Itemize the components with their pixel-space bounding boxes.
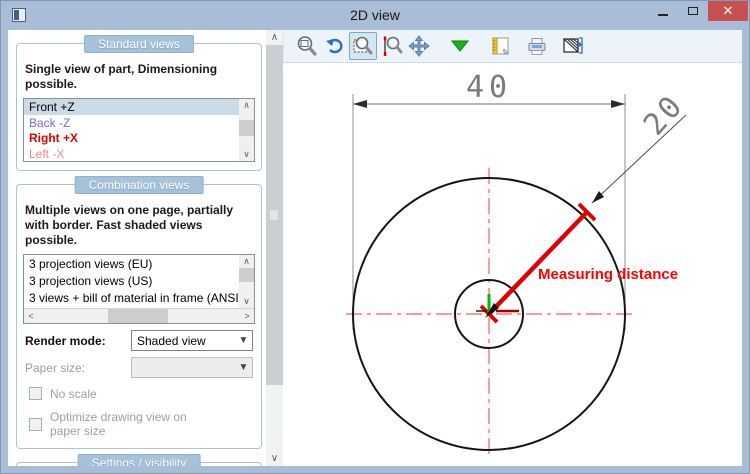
zoom-in-out-icon (379, 34, 403, 58)
dim-40-label: 40 (466, 70, 512, 105)
undo-icon (323, 34, 347, 58)
dim-20-label: 20 (637, 88, 691, 143)
cross-section-icon (561, 34, 585, 58)
zoom-window-button[interactable] (349, 32, 377, 60)
no-scale-label: No scale (50, 387, 97, 401)
scroll-down-icon[interactable]: ∨ (266, 451, 283, 466)
zoom-all-icon (295, 34, 319, 58)
2d-view-window: 2D view ✕ Standard views Single view of … (0, 0, 750, 474)
standard-views-scrollbar[interactable]: ∧ ∨ (239, 99, 254, 161)
list-item-front-z[interactable]: Front +Z (24, 99, 239, 115)
combination-views-header: Combination views (75, 176, 204, 194)
panel-scrollbar[interactable]: ∧ ∨ (266, 30, 283, 466)
apply-button[interactable] (446, 32, 474, 60)
measure-ruler-icon (489, 34, 513, 58)
options-panel: Standard views Single view of part, Dime… (8, 30, 266, 466)
paper-size-label: Paper size: (25, 361, 131, 375)
optimize-checkbox-row[interactable]: Optimize drawing view on paper size (29, 410, 219, 438)
chevron-down-icon[interactable]: ▼ (235, 335, 252, 346)
standard-views-list: Front +Z Back -Z Right +X Left -X ∧ ∨ (23, 98, 255, 162)
list-item-left-x[interactable]: Left -X (24, 146, 239, 162)
scroll-right-icon[interactable]: > (240, 309, 254, 323)
drawing-canvas[interactable]: 40 20 Measuri (283, 30, 742, 466)
scroll-up-icon[interactable]: ∧ (239, 255, 254, 268)
pan-icon (407, 34, 431, 58)
no-scale-checkbox-row[interactable]: No scale (29, 387, 253, 401)
list-item-3-views-ansi[interactable]: 3 views + bill of material in frame (ANS… (24, 289, 239, 306)
window-title: 2D view (1, 7, 749, 23)
scroll-up-icon[interactable]: ∧ (239, 99, 254, 112)
combination-views-description: Multiple views on one page, partially wi… (25, 203, 253, 248)
measure-distance-label: Measuring distance (538, 266, 678, 283)
scroll-left-icon[interactable]: < (24, 309, 38, 323)
scroll-down-icon[interactable]: ∨ (239, 295, 254, 308)
zoom-window-icon (351, 34, 375, 58)
zoom-in-out-button[interactable] (377, 32, 405, 60)
settings-visibility-header: Settings / visibility (78, 454, 201, 466)
render-mode-select[interactable]: Shaded view ▼ (131, 330, 253, 351)
list-item-3-views-eu[interactable]: 3 projection views (EU) (24, 255, 239, 272)
no-scale-checkbox[interactable] (29, 387, 42, 400)
undo-button[interactable] (321, 32, 349, 60)
list-item-back-z[interactable]: Back -Z (24, 115, 239, 131)
maximize-button[interactable] (678, 1, 708, 21)
2d-drawing: 40 20 Measuri (283, 30, 742, 466)
optimize-label: Optimize drawing view on paper size (50, 410, 219, 438)
titlebar: 2D view ✕ (1, 1, 749, 30)
section-button[interactable] (559, 32, 587, 60)
standard-views-header: Standard views (84, 35, 194, 53)
minimize-button[interactable] (648, 1, 678, 21)
measure-button[interactable] (487, 32, 515, 60)
print-icon (525, 34, 549, 58)
chevron-down-icon[interactable]: ▼ (235, 362, 252, 373)
scroll-up-icon[interactable]: ∧ (266, 30, 283, 45)
optimize-checkbox[interactable] (29, 418, 42, 431)
zoom-all-button[interactable] (293, 32, 321, 60)
combination-views-vscrollbar[interactable]: ∧ ∨ (239, 255, 254, 308)
render-mode-value: Shaded view (132, 334, 235, 348)
drawing-toolbar (283, 30, 742, 63)
standard-views-description: Single view of part, Dimensioning possib… (25, 62, 253, 92)
scroll-down-icon[interactable]: ∨ (239, 148, 254, 161)
combination-views-hscrollbar[interactable]: < > (24, 308, 254, 323)
combination-views-list: 3 projection views (EU) 3 projection vie… (23, 254, 255, 324)
render-mode-label: Render mode: (25, 334, 131, 348)
settings-visibility-group: Settings / visibility Thick Thin (16, 462, 262, 466)
list-item-right-x[interactable]: Right +X (24, 130, 239, 146)
print-button[interactable] (523, 32, 551, 60)
standard-views-group: Standard views Single view of part, Dime… (16, 43, 262, 171)
green-arrow-icon (448, 34, 472, 58)
list-item-3-views-us[interactable]: 3 projection views (US) (24, 272, 239, 289)
pan-button[interactable] (405, 32, 433, 60)
paper-size-select[interactable]: ▼ (131, 357, 253, 378)
scrollbar-thumb[interactable] (266, 45, 283, 385)
close-button[interactable]: ✕ (708, 1, 748, 21)
combination-views-group: Combination views Multiple views on one … (16, 184, 262, 449)
